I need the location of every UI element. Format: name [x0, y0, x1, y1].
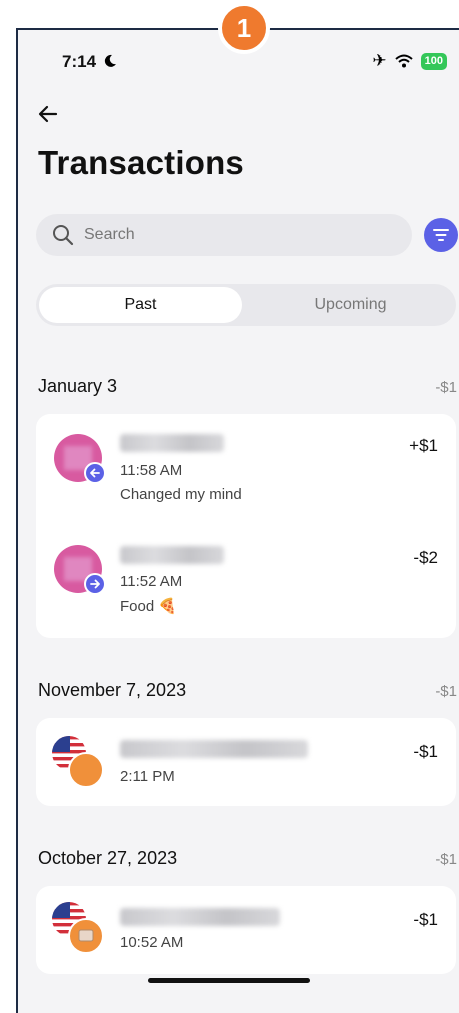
- account-name-redacted: [120, 908, 280, 926]
- section-date-october-27-2023: October 27, 2023: [38, 848, 178, 868]
- step-badge: 1: [218, 2, 270, 54]
- transactions-card: 11:58 AM Changed my mind +$1 11:52 AM Fo…: [36, 414, 456, 638]
- transaction-row[interactable]: 11:52 AM Food 🍕 -$2: [36, 526, 456, 638]
- tab-past[interactable]: Past: [39, 287, 242, 323]
- phone-screen: 7:14 ✈ 100 Transactions Search Past Upco…: [16, 28, 459, 1013]
- search-bar[interactable]: [36, 214, 412, 256]
- moon-icon: [104, 54, 116, 67]
- transaction-amount: +$1: [409, 436, 438, 455]
- filter-button[interactable]: [424, 218, 458, 252]
- tab-switcher: Past Upcoming: [36, 284, 456, 326]
- home-indicator[interactable]: [148, 978, 310, 983]
- contact-name-redacted: [120, 434, 224, 452]
- search-input[interactable]: [84, 214, 384, 256]
- transaction-time: 11:58 AM: [120, 462, 183, 479]
- transaction-time: 10:52 AM: [120, 934, 184, 951]
- transaction-amount: -$1: [413, 742, 438, 761]
- page-title: Transactions: [38, 144, 244, 181]
- transaction-time: 11:52 AM: [120, 573, 183, 590]
- transaction-row[interactable]: 2:11 PM -$1: [36, 718, 456, 806]
- outgoing-badge: [84, 573, 106, 595]
- section-date-november-7-2023: November 7, 2023: [38, 680, 187, 700]
- account-name-redacted: [120, 740, 308, 758]
- transaction-time: 2:11 PM: [120, 768, 175, 785]
- wifi-icon: [394, 54, 413, 68]
- arrow-left-icon: [38, 105, 58, 123]
- section-total: -$1: [435, 851, 457, 868]
- section-date-january-3: January 3: [38, 376, 118, 396]
- transactions-card: 10:52 AM -$1: [36, 886, 456, 974]
- status-time: 7:14: [62, 52, 117, 72]
- airplane-icon: ✈: [372, 51, 387, 70]
- section-total: -$1: [435, 683, 457, 700]
- transaction-note: Food 🍕: [120, 598, 178, 615]
- transaction-note: Changed my mind: [120, 486, 242, 503]
- clock-time: 7:14: [62, 52, 97, 71]
- transaction-row[interactable]: 11:58 AM Changed my mind +$1: [36, 414, 456, 526]
- back-button[interactable]: [36, 102, 64, 130]
- arrow-right-icon: [90, 579, 100, 589]
- transaction-row[interactable]: 10:52 AM -$1: [36, 886, 456, 974]
- search-icon: [53, 225, 74, 246]
- transaction-amount: -$1: [413, 910, 438, 929]
- incoming-badge: [84, 462, 106, 484]
- battery-icon: 100: [420, 52, 447, 70]
- contact-name-redacted: [120, 546, 224, 564]
- section-total: -$1: [435, 379, 457, 396]
- status-icons: ✈ 100: [372, 51, 447, 71]
- us-flag-icon: [52, 736, 104, 788]
- arrow-left-icon: [90, 468, 100, 478]
- us-flag-icon: [52, 902, 104, 954]
- transaction-amount: -$2: [413, 548, 438, 567]
- transactions-card: 2:11 PM -$1: [36, 718, 456, 806]
- filter-icon: [433, 229, 449, 241]
- tab-upcoming[interactable]: Upcoming: [248, 287, 453, 323]
